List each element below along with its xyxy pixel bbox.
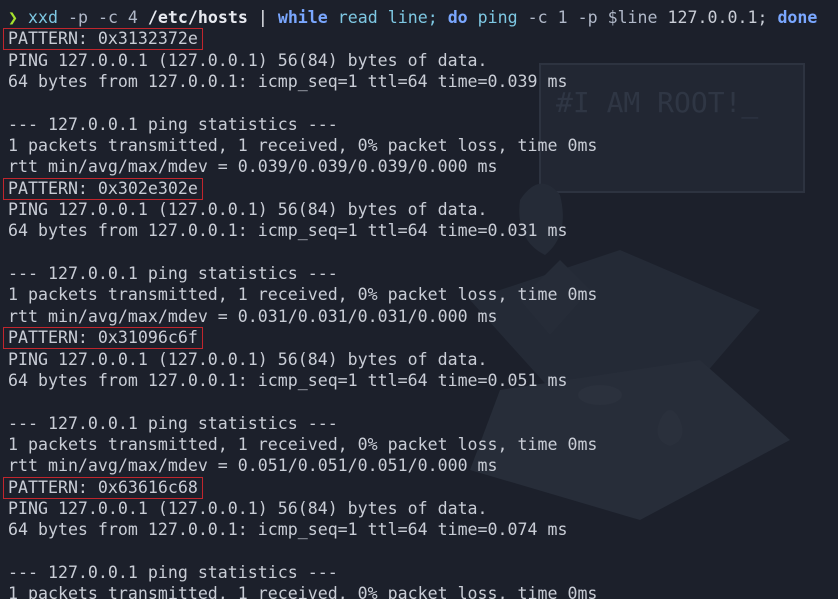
ping-reply: 64 bytes from 127.0.0.1: icmp_seq=1 ttl=…	[8, 72, 568, 92]
ping-header: PING 127.0.0.1 (127.0.0.1) 56(84) bytes …	[8, 498, 488, 518]
keyword-done: done	[777, 8, 818, 27]
command-target: 127.0.0.1;	[667, 8, 768, 27]
pattern-line: PATTERN: 0x31096c6f	[3, 327, 203, 350]
pattern-line: PATTERN: 0x63616c68	[3, 476, 203, 499]
command-tool: xxd	[28, 8, 58, 27]
terminal-window[interactable]: #I AM ROOT!_ ❯ xxd -p -c 4 /etc/hosts | …	[0, 0, 838, 599]
pattern-line: PATTERN: 0x3132372e	[3, 28, 203, 51]
ping-header: PING 127.0.0.1 (127.0.0.1) 56(84) bytes …	[8, 349, 488, 369]
ping-reply: 64 bytes from 127.0.0.1: icmp_seq=1 ttl=…	[8, 221, 568, 241]
prompt-arrow-icon: ❯	[8, 8, 18, 27]
stats-summary: 1 packets transmitted, 1 received, 0% pa…	[8, 285, 598, 305]
stats-summary: 1 packets transmitted, 1 received, 0% pa…	[8, 434, 598, 454]
pattern-line: PATTERN: 0x302e302e	[3, 177, 203, 200]
keyword-while: while	[277, 8, 328, 27]
command-file: /etc/hosts	[147, 8, 248, 27]
keyword-do: do	[447, 8, 468, 27]
rtt-line: rtt min/avg/max/mdev = 0.039/0.039/0.039…	[8, 157, 498, 177]
command-ping: ping	[477, 8, 518, 27]
ping-header: PING 127.0.0.1 (127.0.0.1) 56(84) bytes …	[8, 200, 488, 220]
ping-reply: 64 bytes from 127.0.0.1: icmp_seq=1 ttl=…	[8, 520, 568, 540]
ping-header: PING 127.0.0.1 (127.0.0.1) 56(84) bytes …	[8, 50, 488, 70]
command-read: read line;	[337, 8, 438, 27]
command-line[interactable]: ❯ xxd -p -c 4 /etc/hosts | while read li…	[8, 7, 817, 28]
command-pipe: |	[257, 8, 268, 27]
stats-header: --- 127.0.0.1 ping statistics ---	[8, 413, 338, 433]
stats-summary: 1 packets transmitted, 1 received, 0% pa…	[8, 136, 598, 156]
stats-header: --- 127.0.0.1 ping statistics ---	[8, 264, 338, 284]
terminal-output: ❯ xxd -p -c 4 /etc/hosts | while read li…	[3, 7, 817, 599]
command-variable: $line	[607, 8, 658, 27]
rtt-line: rtt min/avg/max/mdev = 0.031/0.031/0.031…	[8, 306, 498, 326]
rtt-line: rtt min/avg/max/mdev = 0.051/0.051/0.051…	[8, 456, 498, 476]
ping-reply: 64 bytes from 127.0.0.1: icmp_seq=1 ttl=…	[8, 370, 568, 390]
command-tool-args: -p -c 4	[67, 8, 138, 27]
stats-header: --- 127.0.0.1 ping statistics ---	[8, 114, 338, 134]
stats-summary: 1 packets transmitted, 1 received, 0% pa…	[8, 584, 598, 599]
stats-header: --- 127.0.0.1 ping statistics ---	[8, 562, 338, 582]
command-ping-args: -c 1 -p	[527, 8, 598, 27]
